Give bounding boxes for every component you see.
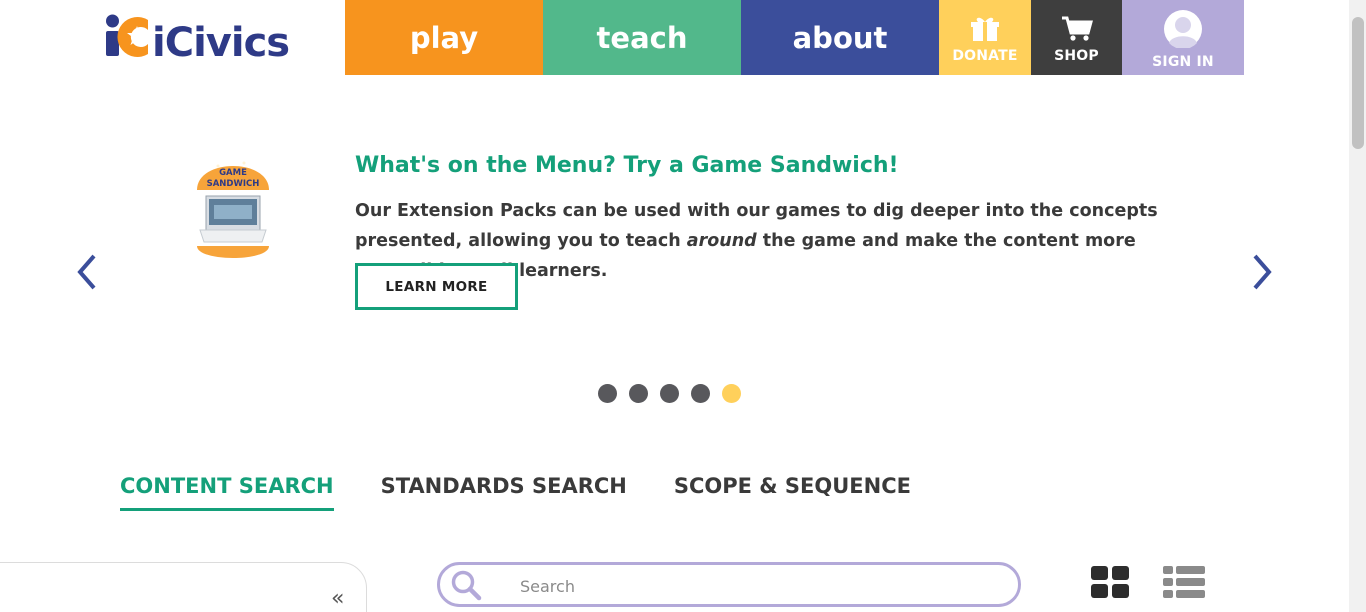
icivics-logo[interactable]: iCivics [104,14,294,66]
carousel-dot-3[interactable] [660,384,679,403]
tab-scope-sequence[interactable]: SCOPE & SEQUENCE [674,474,911,511]
page-scrollbar[interactable] [1349,0,1366,612]
double-chevron-left-icon[interactable]: « [331,588,344,610]
filter-panel [0,562,367,612]
scrollbar-thumb[interactable] [1352,17,1364,149]
carousel-next-button[interactable] [1247,252,1277,292]
list-view-button[interactable] [1163,566,1205,598]
nav-shop[interactable]: SHOP [1031,0,1122,75]
carousel-slide-title: What's on the Menu? Try a Game Sandwich! [355,153,899,178]
learn-more-button[interactable]: LEARN MORE [355,263,518,310]
nav-about[interactable]: about [741,0,939,75]
search-input[interactable] [520,574,1000,598]
nav-shop-label: SHOP [1054,48,1099,64]
carousel-dot-5[interactable] [722,384,741,403]
user-avatar-icon [1164,9,1202,48]
cart-icon [1061,16,1093,41]
grid-view-button[interactable] [1091,566,1129,598]
slide-text-emphasis: around [686,231,757,251]
nav-sign-in[interactable]: SIGN IN [1122,0,1244,75]
nav-donate-label: DONATE [952,48,1018,64]
grid-view-icon [1091,566,1129,598]
nav-donate[interactable]: DONATE [939,0,1031,75]
search-icon[interactable] [450,569,482,601]
game-sandwich-image: GAME SANDWICH [190,150,276,266]
tab-content-search[interactable]: CONTENT SEARCH [120,474,334,511]
nav-teach[interactable]: teach [543,0,741,75]
chevron-left-icon [77,254,96,290]
carousel-dots [598,384,741,403]
carousel-dot-2[interactable] [629,384,648,403]
game-sandwich-caption-bottom: SANDWICH [207,179,260,189]
search-tabs: CONTENT SEARCH STANDARDS SEARCH SCOPE & … [120,474,958,511]
nav-play[interactable]: play [345,0,543,75]
nav-about-label: about [792,20,888,55]
logo-text: iCivics [152,20,289,60]
nav-play-label: play [409,20,479,55]
nav-teach-label: teach [596,20,688,55]
chevron-right-icon [1253,254,1272,290]
page: iCivics play teach about DONATE SHOP SIG… [0,0,1366,612]
carousel-dot-1[interactable] [598,384,617,403]
carousel-dot-4[interactable] [691,384,710,403]
carousel-prev-button[interactable] [72,252,102,292]
main-nav: play teach about DONATE SHOP SIGN IN [345,0,1244,75]
gift-icon [971,17,999,41]
game-sandwich-caption-top: GAME [219,168,247,178]
list-view-icon [1163,566,1205,598]
nav-sign-in-label: SIGN IN [1152,53,1214,70]
tab-standards-search[interactable]: STANDARDS SEARCH [381,474,627,511]
